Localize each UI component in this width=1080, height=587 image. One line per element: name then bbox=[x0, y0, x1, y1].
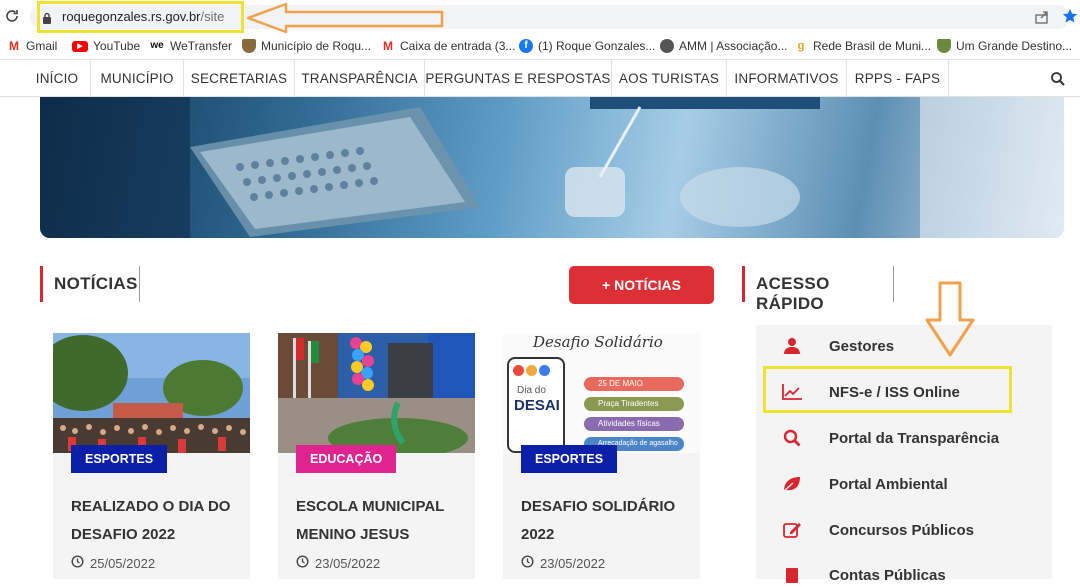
news-section-heading: NOTÍCIAS bbox=[40, 266, 140, 302]
nav-item-inicio[interactable]: INÍCIO bbox=[24, 60, 91, 97]
clock-icon bbox=[296, 555, 309, 571]
nav-item-aos-turistas[interactable]: AOS TURISTAS bbox=[612, 60, 727, 97]
facebook-icon: f bbox=[519, 39, 533, 53]
poster-title: Desafio Solidário bbox=[533, 333, 663, 351]
quick-link-label: Contas Públicas bbox=[829, 566, 946, 584]
gmail-icon: M bbox=[381, 39, 395, 53]
edit-icon bbox=[780, 520, 804, 540]
reload-icon[interactable] bbox=[4, 8, 20, 24]
news-card-date: 25/05/2022 bbox=[71, 555, 155, 571]
more-news-button[interactable]: + NOTÍCIAS bbox=[569, 266, 714, 304]
news-card-date: 23/05/2022 bbox=[521, 555, 605, 571]
coat-of-arms-icon bbox=[937, 39, 951, 53]
news-card-3-image: Desafio Solidário Dia do DESAI 25 DE MAI… bbox=[503, 333, 700, 453]
quick-link-label: Portal da Transparência bbox=[829, 429, 1000, 447]
nav-item-secretarias[interactable]: SECRETARIAS bbox=[184, 60, 295, 97]
coat-of-arms-icon bbox=[242, 39, 256, 53]
bookmark-amm[interactable]: AMM | Associação... bbox=[660, 39, 788, 53]
hero-lab-image bbox=[40, 97, 1064, 238]
bookmark-youtube[interactable]: ▶ YouTube bbox=[72, 39, 140, 53]
search-icon bbox=[780, 428, 804, 448]
news-card-2-image bbox=[278, 333, 475, 453]
poster-pill-2: Praça Tiradentes bbox=[584, 397, 684, 411]
news-card-3[interactable]: Desafio Solidário Dia do DESAI 25 DE MAI… bbox=[503, 333, 700, 579]
heading-divider bbox=[893, 266, 894, 302]
news-card-2[interactable]: EDUCAÇÃO ESCOLA MUNICIPAL MENINO JESUS 2… bbox=[278, 333, 475, 579]
quick-link-label: Portal Ambiental bbox=[829, 475, 948, 493]
wetransfer-icon: we bbox=[149, 39, 165, 53]
bookmark-star-icon[interactable] bbox=[1062, 8, 1078, 24]
bookmark-facebook[interactable]: f (1) Roque Gonzales... bbox=[519, 39, 655, 53]
quick-link-portal-ambiental[interactable]: Portal Ambiental bbox=[780, 472, 948, 496]
poster-pill-1: 25 DE MAIO bbox=[584, 377, 684, 391]
quick-link-contas-publicas[interactable]: Contas Públicas bbox=[780, 563, 946, 587]
category-badge[interactable]: ESPORTES bbox=[71, 445, 168, 473]
search-icon[interactable] bbox=[1050, 71, 1066, 87]
quick-access-heading: ACESSO RÁPIDO bbox=[742, 266, 894, 313]
news-heading-text: NOTÍCIAS bbox=[54, 274, 138, 293]
bookmark-rede-brasil[interactable]: g Rede Brasil de Muni... bbox=[794, 39, 931, 53]
leaf-icon bbox=[780, 474, 804, 494]
quick-link-concursos-publicos[interactable]: Concursos Públicos bbox=[780, 518, 974, 542]
nav-item-transparencia[interactable]: TRANSPARÊNCIA bbox=[295, 60, 425, 97]
orange-arrow-down-icon bbox=[925, 281, 975, 357]
youtube-icon: ▶ bbox=[72, 40, 88, 52]
site-main-nav: INÍCIO MUNICÍPIO SECRETARIAS TRANSPARÊNC… bbox=[0, 60, 1080, 97]
clock-icon bbox=[521, 555, 534, 571]
news-card-title[interactable]: ESCOLA MUNICIPAL MENINO JESUS bbox=[296, 493, 466, 549]
url-highlight-box bbox=[37, 1, 244, 33]
hero-banner[interactable] bbox=[40, 97, 1064, 238]
bookmark-wetransfer[interactable]: we WeTransfer bbox=[149, 39, 232, 53]
nav-item-perguntas-respostas[interactable]: PERGUNTAS E RESPOSTAS bbox=[425, 60, 612, 97]
category-badge[interactable]: EDUCAÇÃO bbox=[296, 445, 397, 473]
bookmark-municipio[interactable]: Município de Roqu... bbox=[242, 39, 371, 53]
poster-phone-line2: DESAI bbox=[514, 397, 560, 414]
category-badge[interactable]: ESPORTES bbox=[521, 445, 618, 473]
nfse-highlight-box bbox=[763, 366, 1012, 413]
quick-link-label: Concursos Públicos bbox=[829, 521, 975, 539]
nav-item-municipio[interactable]: MUNICÍPIO bbox=[91, 60, 184, 97]
book-icon bbox=[780, 565, 804, 585]
news-card-1[interactable]: ESPORTES REALIZADO O DIA DO DESAFIO 2022… bbox=[53, 333, 250, 579]
quick-access-heading-text: ACESSO RÁPIDO bbox=[756, 274, 830, 313]
bookmark-caixa-entrada[interactable]: M Caixa de entrada (3... bbox=[381, 39, 515, 53]
bookmark-gmail[interactable]: M Gmail bbox=[7, 39, 57, 53]
poster-pill-3: Atividades físicas bbox=[584, 417, 684, 431]
globe-icon bbox=[660, 39, 674, 53]
heading-divider bbox=[139, 266, 140, 302]
poster-phone: Dia do DESAI bbox=[507, 357, 565, 453]
news-card-date: 23/05/2022 bbox=[296, 555, 380, 571]
gmail-icon: M bbox=[7, 39, 21, 53]
bookmarks-bar: M Gmail ▶ YouTube we WeTransfer Municípi… bbox=[0, 34, 1080, 60]
poster-phone-line1: Dia do bbox=[517, 385, 546, 396]
news-card-title[interactable]: DESAFIO SOLIDÁRIO 2022 bbox=[521, 493, 691, 549]
bookmark-grande-destino[interactable]: Um Grande Destino... bbox=[937, 39, 1072, 53]
news-card-1-image bbox=[53, 333, 250, 453]
quick-link-label: Gestores bbox=[829, 337, 895, 355]
user-icon bbox=[780, 336, 804, 356]
clock-icon bbox=[71, 555, 84, 571]
share-icon[interactable] bbox=[1034, 9, 1050, 25]
rede-brasil-icon: g bbox=[794, 39, 808, 53]
orange-arrow-left-icon bbox=[246, 2, 444, 34]
news-card-title[interactable]: REALIZADO O DIA DO DESAFIO 2022 bbox=[71, 493, 241, 549]
quick-link-gestores[interactable]: Gestores bbox=[780, 334, 894, 358]
nav-item-rpps-faps[interactable]: RPPS - FAPS bbox=[847, 60, 949, 97]
quick-link-portal-transparencia[interactable]: Portal da Transparência bbox=[780, 426, 999, 450]
nav-item-informativos[interactable]: INFORMATIVOS bbox=[727, 60, 847, 97]
